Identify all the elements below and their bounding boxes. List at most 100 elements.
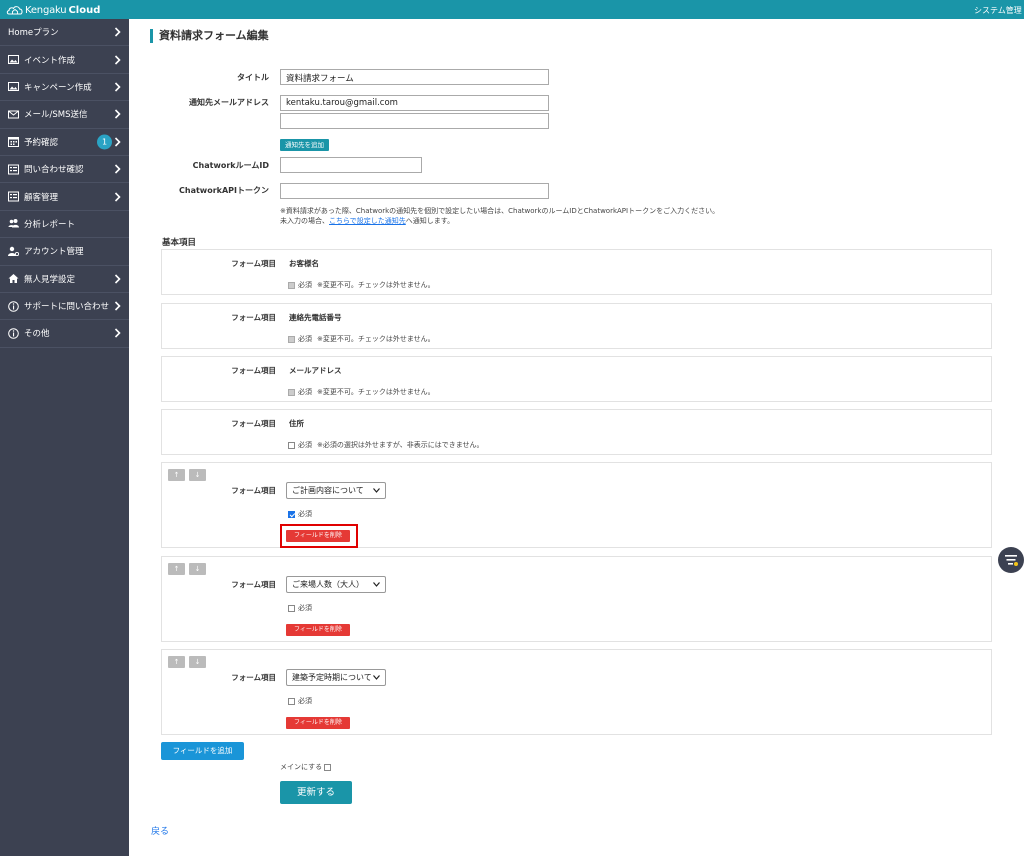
required-label: 必須: [298, 441, 312, 449]
main-label: メインにする: [280, 763, 323, 771]
logo-text-bold: Cloud: [68, 4, 101, 16]
required-checkbox[interactable]: [288, 510, 295, 518]
sidebar-item-9[interactable]: 無人見学設定: [0, 266, 129, 293]
required-checkbox: [288, 281, 295, 289]
sidebar-item-label: 無人見学設定: [24, 274, 76, 285]
sidebar-item-1[interactable]: イベント作成: [0, 46, 129, 74]
field-item-label: フォーム項目: [231, 259, 276, 268]
move-up-button[interactable]: ↑: [168, 656, 185, 668]
list-icon: [8, 164, 19, 175]
sidebar-item-label: その他: [24, 329, 50, 340]
move-down-button[interactable]: ↓: [189, 656, 206, 668]
required-checkbox[interactable]: [288, 441, 295, 449]
chevron-right-icon: [114, 164, 121, 174]
filter-list-icon: [1005, 555, 1018, 566]
top-bar: KengakuCloud システム管理者: [0, 0, 1024, 19]
notification-badge: 1: [97, 134, 112, 150]
sidebar-item-10[interactable]: サポートに問い合わせ: [0, 293, 129, 321]
sidebar-item-2[interactable]: キャンペーン作成: [0, 74, 129, 102]
sidebar-item-11[interactable]: その他: [0, 320, 129, 348]
move-down-button[interactable]: ↓: [189, 563, 206, 575]
image-icon: [8, 81, 19, 92]
notify-email-input-1[interactable]: kentaku.tarou@gmail.com: [280, 95, 549, 111]
field-type-select[interactable]: ご計画内容について: [286, 482, 386, 499]
sidebar-item-4[interactable]: 予約確認 1: [0, 129, 129, 156]
note-text-end: へ通知します。: [405, 217, 455, 225]
back-link[interactable]: 戻る: [151, 824, 169, 837]
required-label: 必須: [298, 510, 312, 518]
chatwork-token-label: ChatworkAPIトークン: [179, 186, 269, 195]
custom-field-card: ↑ ↓ フォーム項目 建築予定時期について 必須 フィールドを削除: [161, 649, 992, 735]
sidebar-item-8[interactable]: アカウント管理: [0, 238, 129, 266]
required-label: 必須: [298, 604, 312, 612]
delete-field-button[interactable]: フィールドを削除: [286, 717, 350, 729]
notify-email-label: 通知先メールアドレス: [189, 98, 269, 107]
required-label: 必須: [298, 388, 312, 396]
main-checkbox[interactable]: [324, 763, 332, 771]
field-type-select[interactable]: ご来場人数（大人）: [286, 576, 386, 593]
move-up-button[interactable]: ↑: [168, 563, 185, 575]
chatwork-note-2: 未入力の場合、こちらで設定した通知先へ通知します。: [280, 216, 454, 226]
required-row: 必須: [288, 603, 312, 613]
notify-settings-link[interactable]: こちらで設定した通知先: [329, 217, 406, 225]
title-input[interactable]: 資料請求フォーム: [280, 69, 549, 85]
sidebar-item-6[interactable]: 顧客管理: [0, 183, 129, 211]
add-notify-button[interactable]: 通知先を追加: [280, 139, 329, 151]
move-down-button[interactable]: ↓: [189, 469, 206, 481]
list-icon: [8, 191, 19, 202]
field-item-label: フォーム項目: [231, 419, 276, 428]
chevron-down-icon: [373, 486, 380, 495]
fixed-field-card: フォーム項目 お客様名 必須 ※変更不可。チェックは外せません。: [161, 249, 992, 295]
move-up-button[interactable]: ↑: [168, 469, 185, 481]
select-value: ご来場人数（大人）: [292, 580, 364, 589]
notify-email-input-2[interactable]: [280, 113, 549, 129]
sidebar-item-label: Homeプラン: [8, 28, 59, 39]
required-note: ※必須の選択は外せますが、非表示にはできません。: [317, 441, 484, 449]
calendar-icon: [8, 136, 19, 148]
delete-field-button[interactable]: フィールドを削除: [286, 624, 350, 636]
users-icon: [8, 218, 19, 229]
update-button[interactable]: 更新する: [280, 781, 352, 804]
sidebar-item-label: メール/SMS送信: [24, 110, 88, 121]
user-menu[interactable]: システム管理者: [974, 5, 1022, 16]
logo[interactable]: Kengaku Cloud: [6, 3, 100, 17]
page-title: 資料請求フォーム編集: [150, 29, 269, 43]
info-icon: [8, 300, 19, 312]
field-item-label: フォーム項目: [231, 313, 276, 322]
required-checkbox[interactable]: [288, 697, 295, 705]
floating-filter-button[interactable]: [998, 547, 1024, 573]
field-type-select[interactable]: 建築予定時期について: [286, 669, 386, 686]
sidebar-item-0[interactable]: Homeプラン: [0, 19, 129, 47]
fixed-field-card: フォーム項目 連絡先電話番号 必須 ※変更不可。チェックは外せません。: [161, 303, 992, 349]
sidebar-item-7[interactable]: 分析レポート: [0, 211, 129, 239]
required-note: ※変更不可。チェックは外せません。: [317, 335, 435, 343]
chatwork-room-input[interactable]: [280, 157, 422, 173]
chevron-down-icon: [373, 580, 380, 589]
custom-field-card: ↑ ↓ フォーム項目 ご来場人数（大人） 必須 フィールドを削除: [161, 556, 992, 642]
add-field-button[interactable]: フィールドを追加: [161, 742, 244, 760]
chevron-right-icon: [114, 191, 121, 202]
sidebar-item-3[interactable]: メール/SMS送信: [0, 101, 129, 129]
sidebar-item-5[interactable]: 問い合わせ確認: [0, 156, 129, 184]
required-row: 必須: [288, 509, 312, 519]
sidebar-item-label: アカウント管理: [24, 247, 84, 258]
chevron-right-icon: [114, 27, 121, 37]
select-value: ご計画内容について: [292, 486, 364, 495]
chevron-right-icon: [114, 109, 121, 119]
fixed-field-card: フォーム項目 メールアドレス 必須 ※変更不可。チェックは外せません。: [161, 356, 992, 402]
sidebar: Homeプランイベント作成キャンペーン作成メール/SMS送信予約確認 1 問い合わせ…: [0, 19, 129, 856]
chevron-right-icon: [114, 328, 121, 339]
required-label: 必須: [298, 335, 312, 343]
required-label: 必須: [298, 697, 312, 705]
required-row: 必須 ※変更不可。チェックは外せません。: [288, 334, 435, 344]
user-gear-icon: [8, 246, 19, 257]
field-item-name: メールアドレス: [289, 366, 342, 375]
sidebar-item-label: 分析レポート: [24, 219, 76, 230]
basic-section-title: 基本項目: [162, 238, 197, 248]
custom-field-card: ↑ ↓ フォーム項目 ご計画内容について 必須 フィールドを削除: [161, 462, 992, 548]
sidebar-item-label: イベント作成: [24, 55, 76, 66]
chevron-right-icon: [114, 55, 121, 65]
chatwork-token-input[interactable]: [280, 183, 549, 199]
required-checkbox[interactable]: [288, 604, 295, 612]
main-checkbox-row: メインにする: [280, 762, 332, 772]
